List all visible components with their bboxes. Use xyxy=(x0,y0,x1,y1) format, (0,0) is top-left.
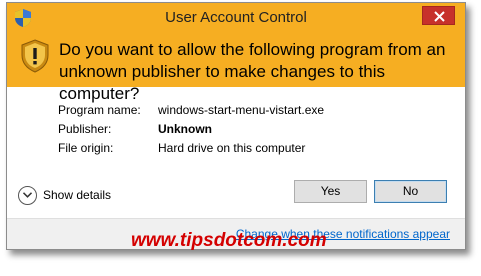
close-button[interactable] xyxy=(422,6,455,25)
uac-shield-icon xyxy=(21,39,49,73)
file-origin-value: Hard drive on this computer xyxy=(158,141,306,155)
title-bar: User Account Control xyxy=(7,3,465,33)
header-band: Do you want to allow the following progr… xyxy=(7,33,465,103)
publisher-label: Publisher: xyxy=(58,122,112,136)
watermark: www.tipsdotcom.com xyxy=(131,230,327,251)
publisher-value: Unknown xyxy=(158,122,212,136)
program-name-label: Program name: xyxy=(58,103,141,117)
info-row-file-origin: File origin: Hard drive on this computer xyxy=(58,141,324,160)
no-button[interactable]: No xyxy=(374,180,447,203)
close-icon xyxy=(434,11,445,22)
yes-button[interactable]: Yes xyxy=(294,180,367,203)
info-row-publisher: Publisher: Unknown xyxy=(58,122,324,141)
program-name-value: windows-start-menu-vistart.exe xyxy=(158,103,325,117)
show-details-toggle[interactable]: Show details xyxy=(18,185,111,205)
prompt-question: Do you want to allow the following progr… xyxy=(59,40,446,103)
show-details-label: Show details xyxy=(43,188,112,202)
info-row-program-name: Program name: windows-start-menu-vistart… xyxy=(58,103,324,122)
uac-dialog: User Account Control Do you want to allo… xyxy=(6,2,466,250)
chevron-down-icon xyxy=(18,185,37,205)
program-info: Program name: windows-start-menu-vistart… xyxy=(58,103,324,160)
file-origin-label: File origin: xyxy=(58,141,114,155)
window-title: User Account Control xyxy=(165,9,307,26)
